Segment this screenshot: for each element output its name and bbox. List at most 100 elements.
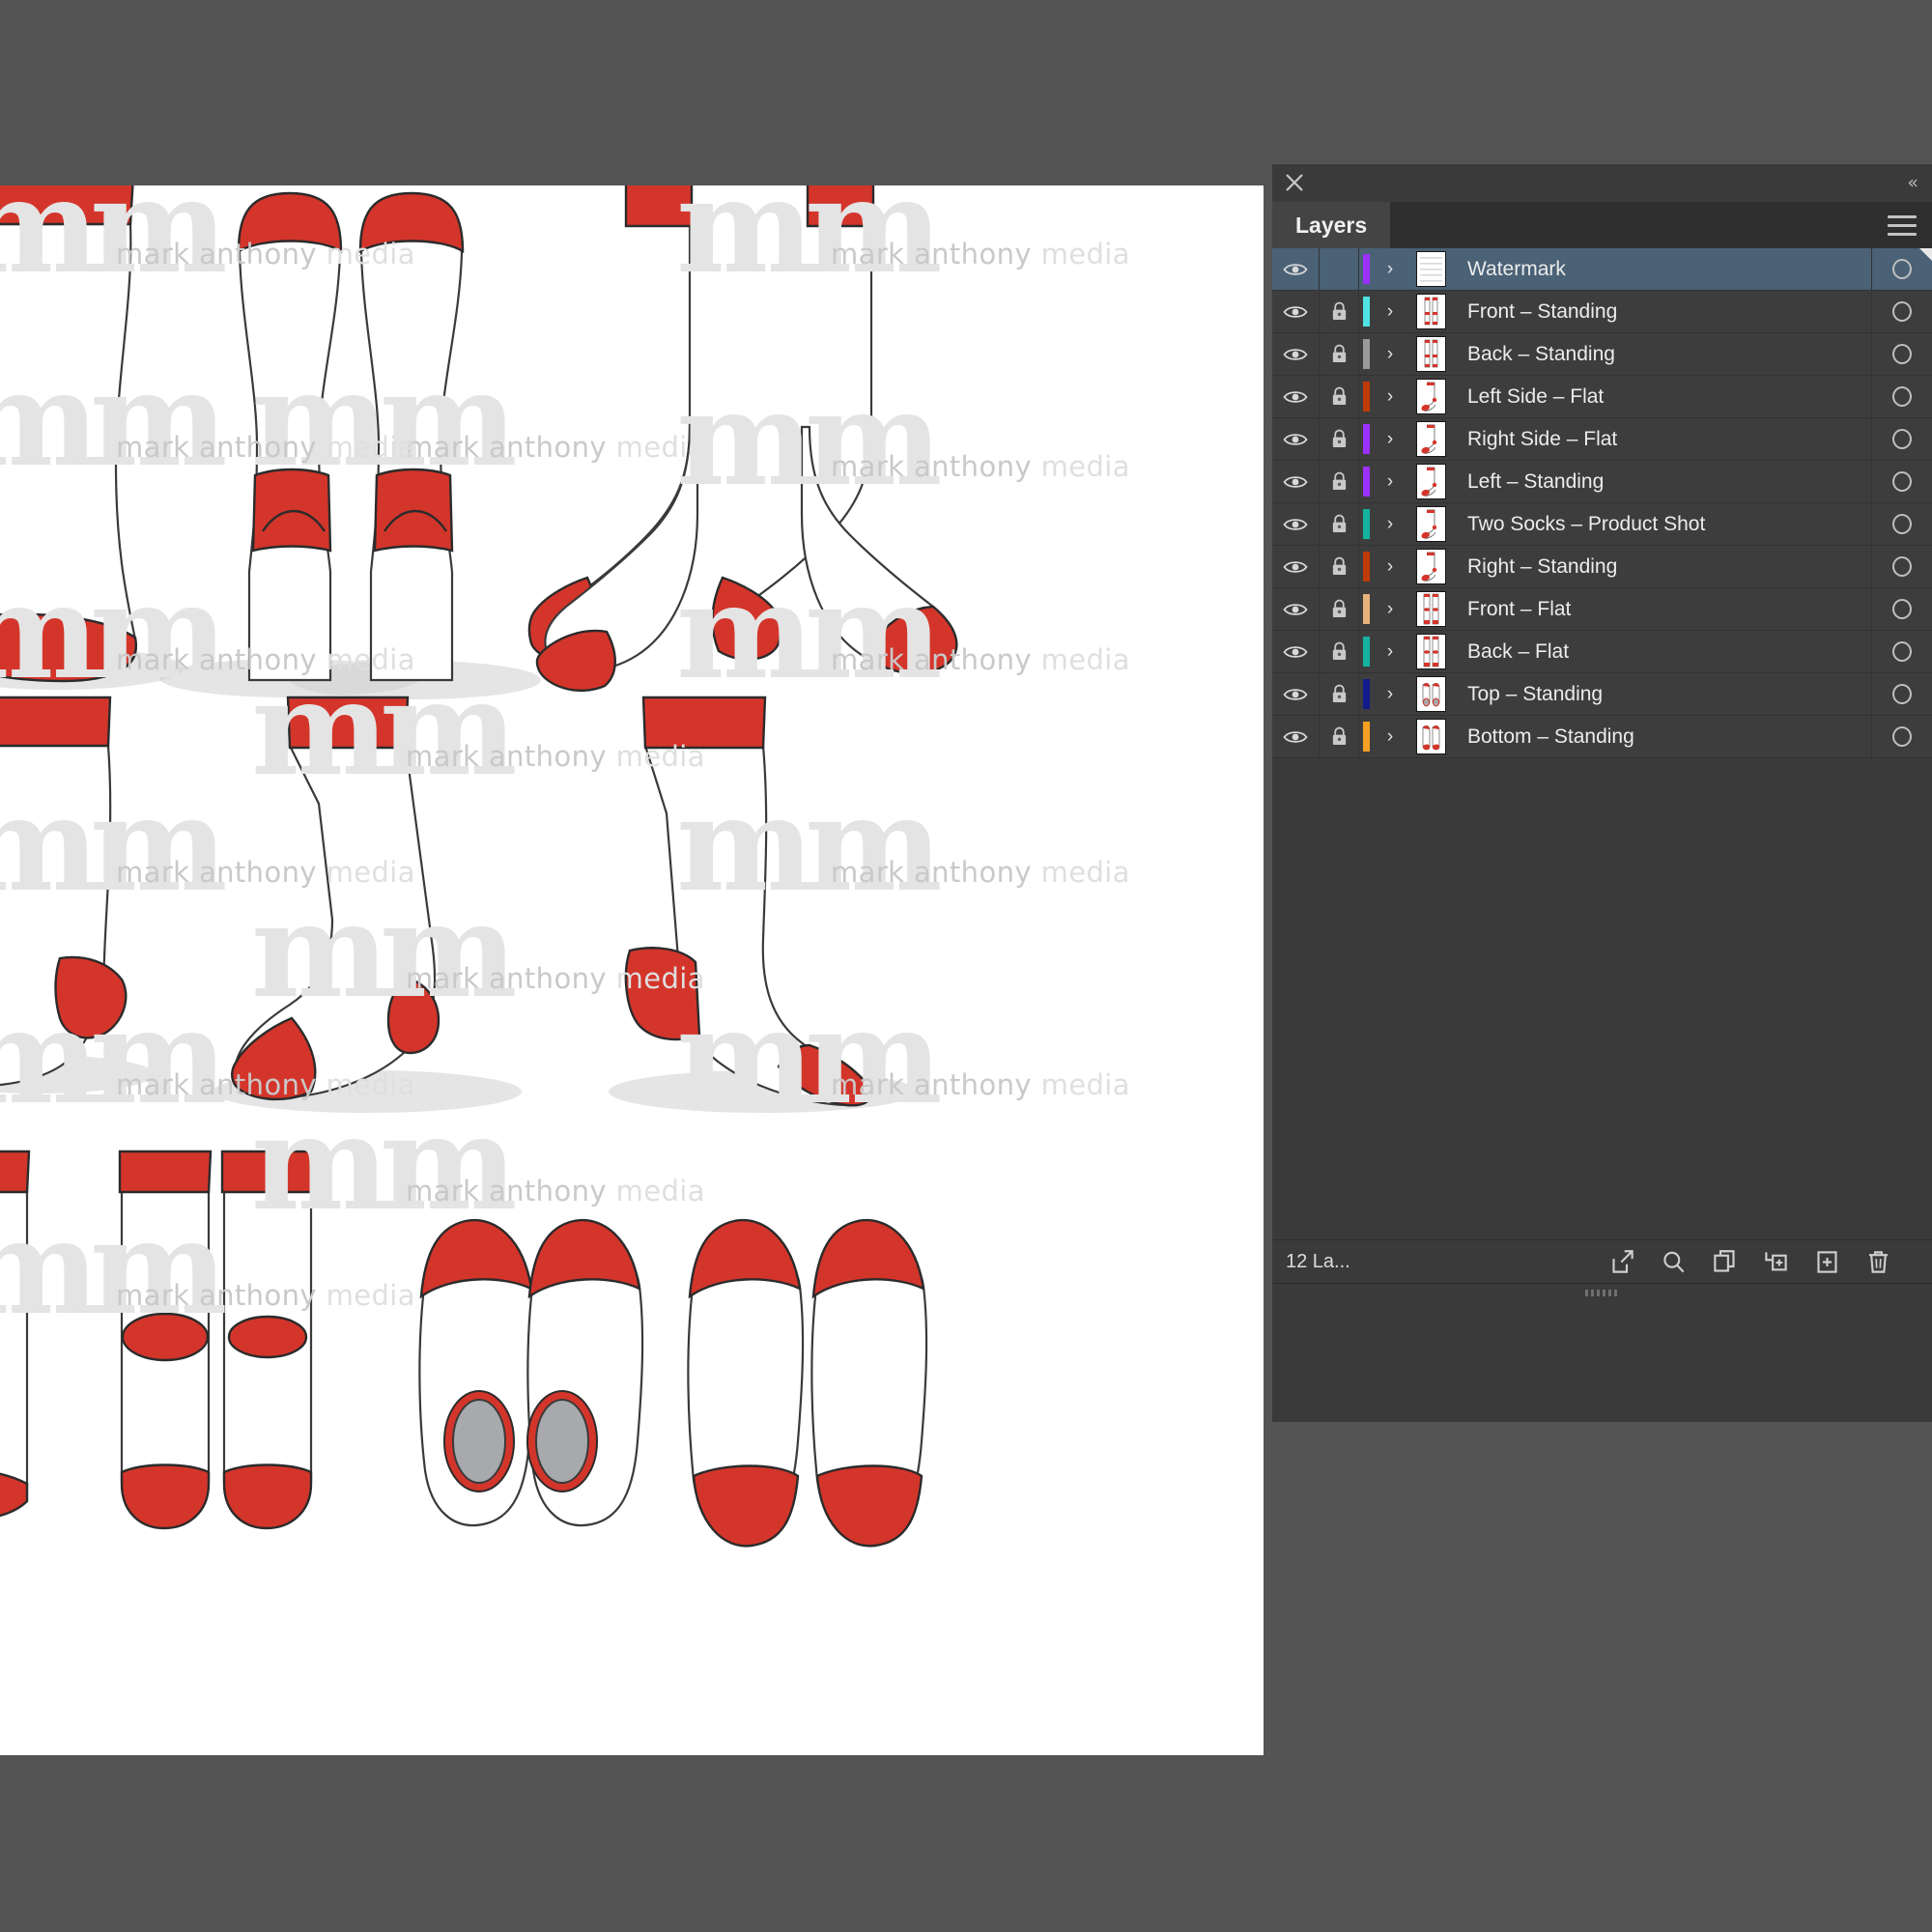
trash-icon[interactable]: [1865, 1249, 1891, 1275]
layer-row[interactable]: › Front – Flat: [1272, 588, 1932, 631]
layer-row[interactable]: › Two Socks – Product Shot: [1272, 503, 1932, 546]
lock-icon[interactable]: [1320, 248, 1359, 290]
layer-row[interactable]: › Right – Standing: [1272, 546, 1932, 588]
eye-icon[interactable]: [1272, 376, 1320, 417]
layer-thumbnail: [1407, 461, 1454, 502]
target-circle-icon[interactable]: [1871, 503, 1932, 545]
lock-icon[interactable]: [1320, 376, 1359, 417]
target-circle-icon[interactable]: [1871, 291, 1932, 332]
lock-icon[interactable]: [1320, 461, 1359, 502]
layer-row[interactable]: › Bottom – Standing: [1272, 716, 1932, 758]
eye-icon[interactable]: [1272, 503, 1320, 545]
close-icon[interactable]: [1284, 172, 1305, 193]
chevron-right-icon[interactable]: ›: [1373, 418, 1407, 460]
layer-name-label[interactable]: Front – Standing: [1454, 300, 1871, 324]
layer-row[interactable]: › Left – Standing: [1272, 461, 1932, 503]
panel-resize-grip[interactable]: [1272, 1283, 1932, 1304]
eye-icon[interactable]: [1272, 248, 1320, 290]
layer-color-swatch: [1359, 716, 1373, 757]
eye-icon[interactable]: [1272, 673, 1320, 715]
chevron-right-icon[interactable]: ›: [1373, 631, 1407, 672]
layer-color-swatch: [1359, 291, 1373, 332]
chevron-right-icon[interactable]: ›: [1373, 291, 1407, 332]
eye-icon[interactable]: [1272, 333, 1320, 375]
layer-name-label[interactable]: Watermark: [1454, 258, 1871, 281]
layer-row[interactable]: › Back – Flat: [1272, 631, 1932, 673]
target-circle-icon[interactable]: [1871, 461, 1932, 502]
add-sublayer-icon[interactable]: [1763, 1249, 1789, 1275]
eye-icon[interactable]: [1272, 418, 1320, 460]
artboard-canvas[interactable]: .wht{fill:#ffffff;stroke:#3a3a3a;stroke-…: [0, 185, 1264, 1755]
lock-icon[interactable]: [1320, 716, 1359, 757]
layer-thumbnail: [1407, 418, 1454, 460]
export-link-icon[interactable]: [1609, 1249, 1635, 1275]
layer-row[interactable]: › Left Side – Flat: [1272, 376, 1932, 418]
layer-color-swatch: [1359, 546, 1373, 587]
layer-row[interactable]: › Top – Standing: [1272, 673, 1932, 716]
layer-color-swatch: [1359, 673, 1373, 715]
layer-name-label[interactable]: Top – Standing: [1454, 683, 1871, 706]
target-circle-icon[interactable]: [1871, 588, 1932, 630]
lock-icon[interactable]: [1320, 588, 1359, 630]
search-icon[interactable]: [1661, 1249, 1687, 1275]
layer-row[interactable]: › Right Side – Flat: [1272, 418, 1932, 461]
chevron-right-icon[interactable]: ›: [1373, 546, 1407, 587]
eye-icon[interactable]: [1272, 461, 1320, 502]
eye-icon[interactable]: [1272, 291, 1320, 332]
layer-color-swatch: [1359, 418, 1373, 460]
footer-icon-group: [1609, 1249, 1932, 1275]
chevron-right-icon[interactable]: ›: [1373, 716, 1407, 757]
duplicate-icon[interactable]: [1712, 1249, 1738, 1275]
lock-icon[interactable]: [1320, 673, 1359, 715]
layer-name-label[interactable]: Two Socks – Product Shot: [1454, 513, 1871, 536]
layer-color-swatch: [1359, 333, 1373, 375]
new-layer-icon[interactable]: [1814, 1249, 1840, 1275]
layer-name-label[interactable]: Bottom – Standing: [1454, 725, 1871, 749]
target-circle-icon[interactable]: [1871, 333, 1932, 375]
chevron-right-icon[interactable]: ›: [1373, 673, 1407, 715]
target-circle-icon[interactable]: [1871, 631, 1932, 672]
eye-icon[interactable]: [1272, 716, 1320, 757]
chevron-right-icon[interactable]: ›: [1373, 333, 1407, 375]
panel-title: Layers: [1295, 212, 1368, 238]
layer-thumbnail: [1407, 546, 1454, 587]
chevron-right-icon[interactable]: ›: [1373, 503, 1407, 545]
chevron-right-icon[interactable]: ›: [1373, 461, 1407, 502]
lock-icon[interactable]: [1320, 333, 1359, 375]
lock-icon[interactable]: [1320, 546, 1359, 587]
target-circle-icon[interactable]: [1871, 376, 1932, 417]
target-circle-icon[interactable]: [1871, 673, 1932, 715]
layer-name-label[interactable]: Left Side – Flat: [1454, 385, 1871, 409]
layer-row[interactable]: › Back – Standing: [1272, 333, 1932, 376]
layer-name-label[interactable]: Right Side – Flat: [1454, 428, 1871, 451]
chevron-right-icon[interactable]: ›: [1373, 376, 1407, 417]
chevron-right-icon[interactable]: ›: [1373, 248, 1407, 290]
layer-thumbnail: [1407, 376, 1454, 417]
lock-icon[interactable]: [1320, 503, 1359, 545]
double-chevron-left-icon[interactable]: «: [1907, 173, 1918, 192]
eye-icon[interactable]: [1272, 546, 1320, 587]
hamburger-menu-icon[interactable]: [1888, 215, 1917, 237]
layer-name-label[interactable]: Front – Flat: [1454, 598, 1871, 621]
layer-name-label[interactable]: Back – Flat: [1454, 640, 1871, 664]
layer-color-swatch: [1359, 248, 1373, 290]
layer-name-label[interactable]: Left – Standing: [1454, 470, 1871, 494]
lock-icon[interactable]: [1320, 291, 1359, 332]
layer-name-label[interactable]: Back – Standing: [1454, 343, 1871, 366]
tab-layers[interactable]: Layers: [1272, 202, 1391, 248]
target-circle-icon[interactable]: [1871, 716, 1932, 757]
sock-artwork: .wht{fill:#ffffff;stroke:#3a3a3a;stroke-…: [0, 185, 958, 1548]
lock-icon[interactable]: [1320, 418, 1359, 460]
layer-thumbnail: [1407, 291, 1454, 332]
layer-row[interactable]: › Watermark: [1272, 248, 1932, 291]
layer-name-label[interactable]: Right – Standing: [1454, 555, 1871, 579]
layer-thumbnail: [1407, 503, 1454, 545]
lock-icon[interactable]: [1320, 631, 1359, 672]
eye-icon[interactable]: [1272, 631, 1320, 672]
target-circle-icon[interactable]: [1871, 546, 1932, 587]
eye-icon[interactable]: [1272, 588, 1320, 630]
target-circle-icon[interactable]: [1871, 418, 1932, 460]
chevron-right-icon[interactable]: ›: [1373, 588, 1407, 630]
selection-corner-indicator: [1919, 248, 1932, 261]
layer-row[interactable]: › Front – Standing: [1272, 291, 1932, 333]
